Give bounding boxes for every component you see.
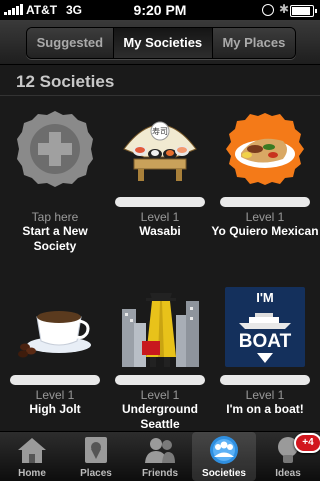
tab-label: Friends xyxy=(141,468,179,479)
society-level: Level 1 xyxy=(245,388,285,402)
add-icon xyxy=(17,111,93,187)
sushi-icon: 寿司 xyxy=(123,121,197,181)
tab-label: Places xyxy=(80,468,112,479)
tab-my-societies[interactable]: My Societies xyxy=(113,28,213,58)
society-progress-bar xyxy=(220,375,310,385)
tab-suggested[interactable]: Suggested xyxy=(27,28,114,58)
status-bar: AT&T 3G 9:20 PM ✱ xyxy=(0,0,320,20)
divider xyxy=(0,95,320,96)
tab-ideas[interactable]: +4 Ideas xyxy=(256,432,320,481)
bluetooth-icon: ✱ xyxy=(279,2,290,16)
society-progress-bar xyxy=(115,197,205,207)
alarm-clock-icon xyxy=(262,4,274,16)
society-name: Start a New Society xyxy=(22,224,88,253)
societies-icon xyxy=(210,436,238,464)
home-icon xyxy=(18,438,46,463)
battery-icon xyxy=(290,5,317,17)
society-start-new[interactable]: Tap here Start a New Society xyxy=(0,109,110,259)
society-level: Level 1 xyxy=(140,210,180,224)
society-level: Tap here xyxy=(31,210,79,224)
burrito-icon xyxy=(226,113,304,185)
society-im-on-a-boat[interactable]: I'M BOAT Level 1 I'm on a boat! xyxy=(210,287,320,437)
society-level: Level 1 xyxy=(35,388,75,402)
ship-icon xyxy=(239,313,291,363)
society-name: High Jolt xyxy=(29,402,81,416)
society-progress-bar xyxy=(10,375,100,385)
society-yo-quiero-mexican[interactable]: Level 1 Yo Quiero Mexican xyxy=(210,109,320,259)
tab-friends[interactable]: Friends xyxy=(128,432,192,481)
coffee-icon xyxy=(18,311,91,358)
segmented-control: Suggested My Societies My Places xyxy=(26,27,296,59)
societies-count: 12 Societies xyxy=(16,72,115,91)
society-level: Level 1 xyxy=(140,388,180,402)
tab-bar: Home Places Friends Societies +4 Ideas xyxy=(0,431,320,481)
tab-societies[interactable]: Societies xyxy=(192,432,256,481)
society-progress-bar xyxy=(115,375,205,385)
society-level: Level 1 xyxy=(245,210,285,224)
society-name: Yo Quiero Mexican xyxy=(211,224,319,238)
society-progress-bar xyxy=(220,197,310,207)
societies-grid-view: 12 Societies Tap here Start a New Societ… xyxy=(0,65,320,431)
tab-label: Home xyxy=(18,468,46,479)
tab-label: Societies xyxy=(202,468,246,479)
society-wasabi[interactable]: 寿司 Level 1 Wasabi xyxy=(105,109,215,259)
society-name: I'm on a boat! xyxy=(226,402,304,416)
places-icon xyxy=(85,437,107,463)
detective-city-icon xyxy=(122,293,199,367)
segmented-control-bar: Suggested My Societies My Places xyxy=(0,20,320,65)
boat-icon: I'M BOAT xyxy=(225,287,305,367)
society-name: Underground Seattle xyxy=(122,402,198,431)
ideas-badge: +4 xyxy=(294,433,320,453)
tab-places[interactable]: Places xyxy=(64,432,128,481)
tab-home[interactable]: Home xyxy=(0,432,64,481)
society-underground-seattle[interactable]: Level 1 Underground Seattle xyxy=(105,287,215,437)
boat-art-line-2: BOAT xyxy=(238,331,292,352)
friends-icon xyxy=(145,438,175,463)
tab-my-places[interactable]: My Places xyxy=(212,28,295,58)
svg-text:寿司: 寿司 xyxy=(152,126,168,136)
tab-label: Ideas xyxy=(275,468,301,479)
society-name: Wasabi xyxy=(139,224,181,238)
society-high-jolt[interactable]: Level 1 High Jolt xyxy=(0,287,110,437)
